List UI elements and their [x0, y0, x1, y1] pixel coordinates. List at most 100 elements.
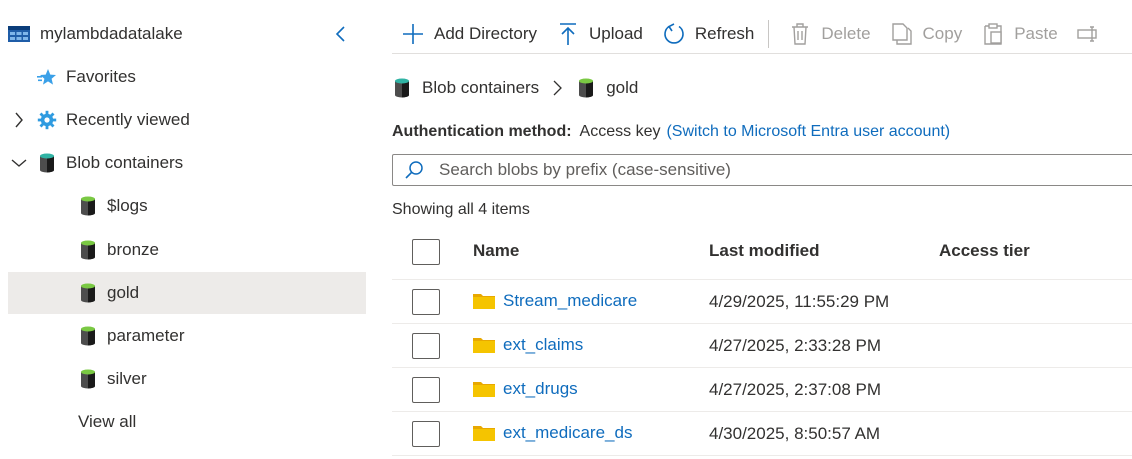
name-cell: Stream_medicare — [473, 291, 637, 311]
chevron-right-icon — [553, 80, 563, 96]
tree-item-view-all[interactable]: View all — [8, 401, 366, 443]
view-all-link[interactable]: View all — [78, 412, 136, 432]
switch-auth-link[interactable]: (Switch to Microsoft Entra user account) — [666, 123, 950, 141]
tree-label-container: gold — [107, 283, 140, 302]
tree-item-recently-viewed[interactable]: Recently viewed — [8, 99, 366, 141]
gear-icon — [37, 110, 57, 130]
last-modified-cell: 4/30/2025, 8:50:57 AM — [709, 424, 881, 443]
paste-label: Paste — [1014, 24, 1058, 43]
star-icon — [37, 67, 57, 87]
tree-label-container: parameter — [107, 326, 185, 345]
grid-header-row: Name Last modified Access tier — [392, 228, 1132, 280]
main-panel: Add Directory Upload Refresh Delete Copy… — [392, 0, 1132, 459]
item-count-text: Showing all 4 items — [392, 201, 530, 218]
search-input[interactable] — [439, 160, 1039, 180]
blob-container-icon — [576, 77, 596, 99]
folder-name-link[interactable]: Stream_medicare — [503, 291, 637, 311]
auth-method-label: Authentication method: — [392, 123, 572, 140]
trash-icon — [787, 21, 813, 47]
add-directory-label: Add Directory — [434, 24, 537, 43]
name-cell: ext_drugs — [473, 379, 578, 399]
folder-icon — [473, 336, 495, 354]
chevron-left-icon — [335, 26, 345, 42]
paste-icon — [980, 21, 1006, 47]
add-directory-button[interactable]: Add Directory — [400, 16, 537, 52]
folder-icon — [473, 424, 495, 442]
tree-item-favorites[interactable]: Favorites — [8, 56, 366, 98]
folder-name-link[interactable]: ext_claims — [503, 335, 583, 355]
select-all-checkbox[interactable] — [412, 239, 440, 265]
rename-button[interactable] — [1076, 16, 1110, 52]
breadcrumb: Blob containers gold — [392, 74, 638, 102]
tree-item-blob-containers[interactable]: Blob containers — [8, 142, 366, 184]
name-cell: ext_medicare_ds — [473, 423, 632, 443]
upload-label: Upload — [588, 24, 643, 43]
delete-label: Delete — [821, 24, 871, 43]
blob-container-icon — [37, 153, 57, 173]
row-checkbox[interactable] — [412, 377, 440, 403]
last-modified-cell: 4/29/2025, 11:55:29 PM — [709, 292, 890, 311]
copy-label: Copy — [922, 24, 963, 43]
tree-item-container-logs[interactable]: $logs — [8, 185, 366, 227]
refresh-label: Refresh — [694, 24, 755, 43]
tree-item-container-silver[interactable]: silver — [8, 358, 366, 400]
search-box[interactable] — [392, 154, 1132, 186]
paste-button[interactable]: Paste — [980, 16, 1058, 52]
tree-label-recently-viewed: Recently viewed — [66, 110, 190, 129]
upload-icon — [555, 21, 581, 47]
copy-button[interactable]: Copy — [889, 16, 963, 52]
folder-icon — [473, 292, 495, 310]
storage-account-name: mylambdadatalake — [40, 24, 183, 43]
column-header-name[interactable]: Name — [473, 241, 519, 261]
folder-name-link[interactable]: ext_drugs — [503, 379, 578, 399]
blob-container-icon — [392, 77, 412, 99]
tree-label-container: bronze — [107, 240, 159, 259]
delete-button[interactable]: Delete — [787, 16, 871, 52]
blob-container-icon — [78, 369, 98, 389]
name-cell: ext_claims — [473, 335, 583, 355]
tree-item-container-gold[interactable]: gold — [8, 272, 366, 314]
tree-item-container-bronze[interactable]: bronze — [8, 229, 366, 271]
breadcrumb-current: gold — [606, 78, 639, 97]
auth-method-value: Access key — [579, 123, 661, 140]
folder-name-link[interactable]: ext_medicare_ds — [503, 423, 632, 443]
tree-label-container: silver — [107, 369, 147, 388]
upload-button[interactable]: Upload — [555, 16, 643, 52]
blob-container-icon — [78, 283, 98, 303]
blob-grid: Name Last modified Access tier Stream_me… — [392, 228, 1132, 456]
column-header-access-tier[interactable]: Access tier — [939, 241, 1030, 261]
authentication-method: Authentication method: Access key (Switc… — [392, 120, 950, 144]
tree-label-blob-containers: Blob containers — [66, 153, 184, 172]
folder-icon — [473, 380, 495, 398]
row-checkbox[interactable] — [412, 289, 440, 315]
sidebar: mylambdadatalake Favorites Recently view… — [0, 0, 372, 459]
breadcrumb-root[interactable]: Blob containers — [422, 78, 539, 98]
toolbar: Add Directory Upload Refresh Delete Copy… — [392, 14, 1132, 54]
storage-account-icon — [8, 25, 30, 43]
storage-account-header: mylambdadatalake — [8, 20, 363, 48]
toolbar-divider — [392, 53, 1132, 54]
blob-container-icon — [78, 196, 98, 216]
last-modified-cell: 4/27/2025, 2:33:28 PM — [709, 336, 882, 355]
tree-item-container-parameter[interactable]: parameter — [8, 315, 366, 357]
chevron-down-icon[interactable] — [10, 154, 28, 172]
collapse-sidebar-button[interactable] — [327, 22, 353, 46]
rename-icon — [1076, 21, 1102, 47]
table-row[interactable]: Stream_medicare 4/29/2025, 11:55:29 PM — [392, 280, 1132, 324]
row-checkbox[interactable] — [412, 421, 440, 447]
last-modified-cell: 4/27/2025, 2:37:08 PM — [709, 380, 882, 399]
refresh-icon — [661, 21, 687, 47]
tree-label-favorites: Favorites — [66, 67, 136, 86]
column-header-last-modified[interactable]: Last modified — [709, 241, 820, 261]
plus-icon — [400, 21, 426, 47]
chevron-right-icon[interactable] — [10, 111, 28, 129]
search-icon — [403, 159, 425, 181]
blob-container-icon — [78, 326, 98, 346]
table-row[interactable]: ext_drugs 4/27/2025, 2:37:08 PM — [392, 368, 1132, 412]
refresh-button[interactable]: Refresh — [661, 16, 755, 52]
row-checkbox[interactable] — [412, 333, 440, 359]
blob-container-icon — [78, 240, 98, 260]
table-row[interactable]: ext_claims 4/27/2025, 2:33:28 PM — [392, 324, 1132, 368]
toolbar-separator — [768, 20, 770, 48]
table-row[interactable]: ext_medicare_ds 4/30/2025, 8:50:57 AM — [392, 412, 1132, 456]
